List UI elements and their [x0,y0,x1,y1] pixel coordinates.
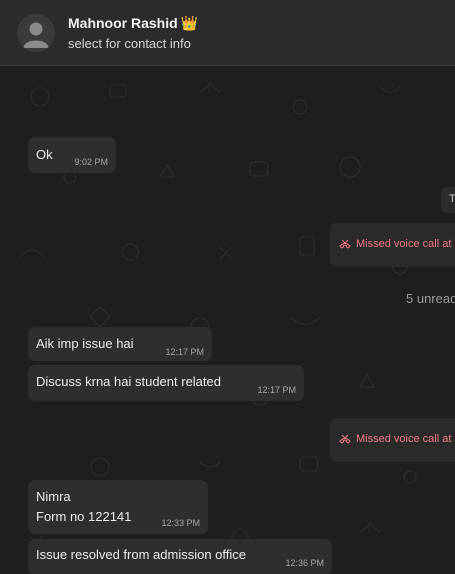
contact-name[interactable]: Mahnoor Rashid 👑 [68,15,198,32]
missed-call-text: Missed voice call at 1 [356,433,455,445]
message-bubble[interactable]: Ok 9:02 PM [28,137,116,173]
message-text: Form no 122141 [36,509,132,524]
message-text: Nimra [36,489,71,504]
default-avatar-icon [23,22,49,48]
missed-call-notice[interactable]: Missed voice call at 1 [330,418,455,462]
missed-call-icon [339,239,351,249]
message-text: Aik imp issue hai [36,336,134,351]
contact-avatar[interactable] [17,14,55,52]
message-time: 12:36 PM [285,558,324,568]
chat-header[interactable]: Mahnoor Rashid 👑 select for contact info [0,0,455,66]
message-text: Issue resolved from admission office [36,547,247,562]
missed-call-notice[interactable]: Missed voice call at 1 [330,223,455,267]
missed-call-icon [339,434,351,444]
message-bubble[interactable]: Nimra Form no 122141 12:33 PM [28,480,208,534]
contact-name-text: Mahnoor Rashid [68,15,178,31]
message-bubble[interactable]: Issue resolved from admission office 12:… [28,539,332,574]
message-time: 9:02 PM [74,157,108,167]
message-bubble[interactable]: Discuss krna hai student related 12:17 P… [28,365,304,401]
message-bubble[interactable]: Aik imp issue hai 12:17 PM [28,327,212,361]
contact-info-hint[interactable]: select for contact info [68,36,191,51]
message-time: 12:17 PM [165,347,204,357]
missed-call-text: Missed voice call at 1 [356,238,455,250]
message-text: Discuss krna hai student related [36,374,221,389]
message-time: 12:33 PM [161,518,200,528]
unread-messages-banner: 5 unread [406,291,455,306]
crown-emoji: 👑 [180,15,199,31]
message-time: 12:17 PM [257,385,296,395]
message-list[interactable]: Ok 9:02 PM T Missed voice call at 1 5 un… [0,67,455,574]
message-text: Ok [36,147,53,162]
date-chip: T [441,187,455,213]
